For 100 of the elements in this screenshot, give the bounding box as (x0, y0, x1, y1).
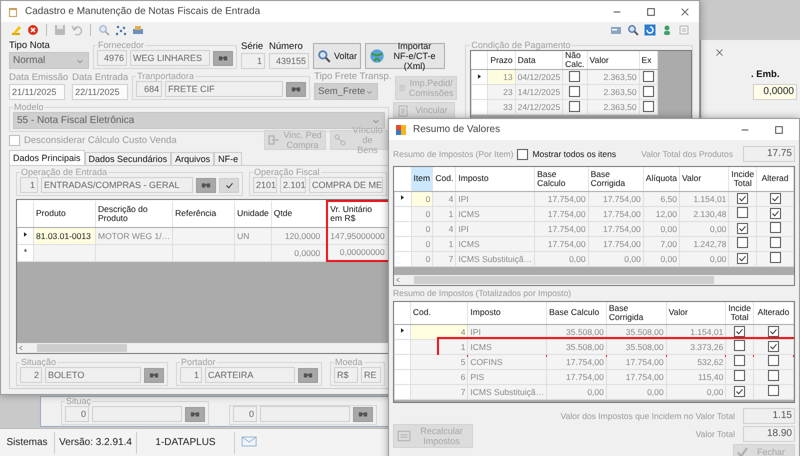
input-field[interactable]: CARTEIRA (205, 367, 295, 383)
input-field[interactable]: 2 (20, 367, 42, 383)
confirm-button[interactable] (219, 178, 239, 192)
column-header[interactable]: Alterado (754, 302, 794, 324)
checkbox[interactable] (737, 192, 748, 204)
lookup-button[interactable] (185, 406, 205, 422)
checkbox[interactable] (768, 370, 779, 381)
input-field[interactable]: WEG LINHARES (130, 50, 210, 66)
input-field[interactable]: 684 (136, 81, 162, 97)
checkbox[interactable] (770, 237, 781, 248)
column-header[interactable]: Imposto (468, 302, 547, 324)
column-header[interactable]: Base Calculo (546, 302, 606, 324)
column-header[interactable]: Descrição do Produto (96, 201, 173, 227)
lookup-button[interactable] (144, 368, 164, 382)
checkbox[interactable] (734, 340, 746, 351)
dots-button[interactable] (114, 23, 128, 37)
checkbox[interactable] (569, 100, 580, 112)
input-field[interactable]: 0,0000 (753, 84, 797, 100)
lookup-button[interactable] (196, 178, 216, 192)
input-field[interactable] (92, 406, 182, 422)
column-header[interactable]: Incide Total (726, 302, 754, 324)
column-header[interactable]: Valor (666, 302, 726, 324)
input-field[interactable]: 439155 (269, 53, 309, 69)
input-field[interactable]: 22/11/2025 (72, 84, 128, 100)
checkbox[interactable] (768, 355, 779, 366)
refresh-button[interactable] (643, 23, 657, 37)
input-field[interactable]: FRETE CIF (165, 81, 284, 97)
input-field[interactable]: 1 (20, 177, 38, 193)
search-button[interactable] (626, 23, 640, 37)
column-header[interactable]: Incide Total (728, 167, 757, 191)
checkbox[interactable] (569, 70, 580, 82)
checkbox[interactable] (770, 192, 781, 204)
checkbox[interactable] (642, 86, 654, 96)
column-header[interactable]: Imposto (456, 167, 535, 191)
checkbox[interactable] (770, 222, 781, 233)
column-header[interactable]: Base Corrigida (606, 302, 666, 324)
column-header[interactable]: Prazo (488, 51, 516, 70)
checkbox[interactable] (517, 148, 528, 160)
input-field[interactable]: 2.101 (280, 177, 306, 193)
dropdown[interactable]: Sem_Frete (314, 83, 378, 100)
input-field[interactable]: 4976 (97, 50, 127, 66)
print-button[interactable] (131, 23, 145, 37)
input-field[interactable]: 21/11/2025 (9, 84, 65, 100)
checkbox[interactable] (768, 340, 779, 352)
input-field[interactable]: R$ (334, 367, 358, 383)
column-header[interactable]: Item (411, 167, 433, 191)
input-field[interactable]: RE (361, 367, 381, 383)
column-header[interactable]: Não Calc. (562, 51, 588, 70)
input-field[interactable]: 2101 (253, 177, 277, 193)
input-field[interactable]: 17.75 (743, 146, 795, 162)
input-field[interactable]: 0 (65, 406, 89, 422)
checkbox[interactable] (768, 385, 779, 396)
column-header[interactable]: Cod. (432, 167, 456, 191)
checkbox[interactable] (734, 386, 746, 396)
scrollbar-thumb[interactable] (37, 344, 127, 352)
checkbox[interactable] (737, 222, 748, 234)
input-field[interactable]: 1.15 (743, 408, 795, 424)
tab[interactable]: Dados Secundários (84, 152, 172, 165)
tab[interactable]: Dados Principais (9, 150, 85, 165)
column-header[interactable]: Valor (587, 51, 640, 70)
dropdown[interactable]: Normal (9, 52, 89, 69)
cancel-button[interactable] (26, 23, 40, 37)
input-field[interactable]: COMPRA DE ME (309, 177, 383, 193)
input-field[interactable]: 18.90 (743, 426, 795, 442)
checkbox[interactable] (734, 355, 746, 366)
checkbox[interactable] (737, 237, 748, 248)
column-header[interactable]: Unidade (234, 201, 272, 227)
column-header[interactable]: Base Calculo (534, 167, 588, 191)
checkbox[interactable] (737, 207, 748, 218)
column-header[interactable]: Base Corrigida (588, 167, 644, 191)
checkbox[interactable] (770, 252, 781, 263)
column-header[interactable]: Valor (680, 167, 729, 191)
scrollbar-thumb[interactable] (414, 276, 714, 284)
checkbox[interactable] (737, 252, 748, 264)
input-field[interactable]: BOLETO (45, 367, 141, 383)
input-field[interactable]: 1 (241, 53, 265, 69)
input-field[interactable] (260, 406, 350, 422)
input-field[interactable]: ENTRADAS/COMPRAS - GERAL (41, 177, 193, 193)
checkbox[interactable] (569, 86, 580, 96)
lookup-button[interactable] (353, 406, 373, 422)
checkbox[interactable] (734, 326, 746, 336)
lookup-button[interactable] (298, 368, 318, 382)
checkbox[interactable] (770, 208, 781, 218)
lookup-button[interactable] (286, 82, 306, 96)
action-button[interactable]: Importar NF-e/CT-e (Xml) (365, 43, 445, 69)
column-header[interactable]: Alterad (756, 167, 794, 191)
input-field[interactable]: 1 (180, 367, 202, 383)
column-header[interactable]: Referência (172, 201, 235, 227)
column-header[interactable]: Cod. (410, 302, 468, 324)
checkbox[interactable] (642, 100, 654, 112)
input-field[interactable]: 0 (233, 406, 257, 422)
column-header[interactable]: Ex (639, 51, 658, 70)
tab[interactable]: NF-e (214, 152, 242, 165)
checkbox[interactable] (734, 370, 746, 381)
tab[interactable]: Arquivos (171, 152, 214, 165)
checkbox[interactable] (768, 326, 779, 336)
action-button[interactable]: Voltar (313, 43, 361, 69)
column-header[interactable]: Qtde (271, 201, 328, 227)
column-header[interactable]: Produto (34, 201, 96, 227)
lookup-button[interactable] (213, 50, 233, 66)
